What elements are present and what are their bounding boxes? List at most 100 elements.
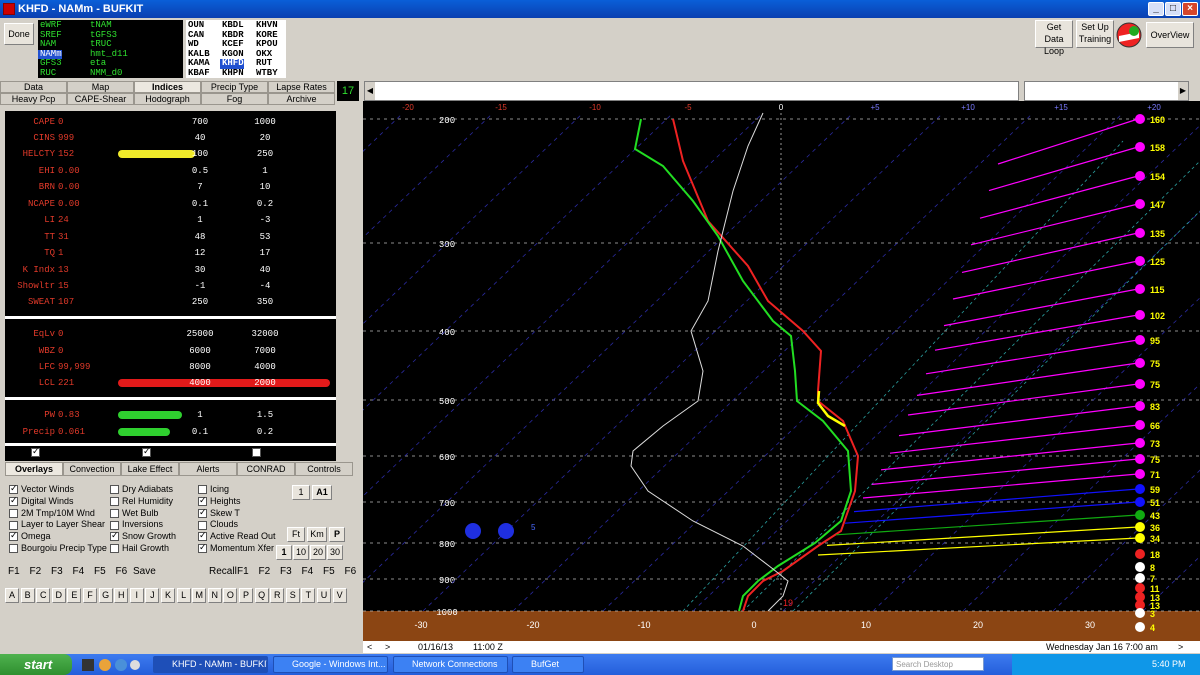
taskbar-task[interactable]: KHFD - NAMm - BUFKIT [153,656,268,673]
taskbar-task[interactable]: Network Connections [393,656,508,673]
letter-key[interactable]: R [270,588,285,603]
tab-heavy-pcp[interactable]: Heavy Pcp [0,93,67,105]
overlay-inversions-checkbox[interactable]: Inversions [110,519,163,530]
checkbox-box[interactable] [198,530,207,542]
letter-key[interactable]: L [176,588,191,603]
feet-button[interactable]: Ft [287,527,305,542]
km-button[interactable]: Km [307,527,327,542]
checkbox-box[interactable] [110,544,119,554]
letter-key[interactable]: A [5,588,19,603]
fkey-right[interactable]: F1 [237,566,249,577]
fkey-right[interactable]: F5 [323,566,335,577]
overlay-tab-controls[interactable]: Controls [295,462,353,476]
letter-key[interactable]: K [161,588,175,603]
overlay-2m-tmp-10m-wnd-checkbox[interactable]: 2M Tmp/10M Wnd [9,508,95,519]
checkbox-box[interactable] [9,520,18,530]
letter-key[interactable]: N [207,588,222,603]
tab-data[interactable]: Data [0,81,67,93]
quartile-box-checkbox[interactable]: Quartile Box [252,447,313,458]
checkbox-box[interactable] [9,483,18,495]
checkbox-box[interactable] [198,520,207,530]
get-data-button[interactable]: Get Data Loop [1035,20,1073,56]
letter-key[interactable]: U [317,588,331,603]
overlay-tab-convection[interactable]: Convection [63,462,121,476]
overlay-snow-growth-checkbox[interactable]: Snow Growth [110,530,176,542]
tab-precip-type[interactable]: Precip Type [201,81,268,93]
recall-button[interactable]: Recall [209,566,237,577]
overlay-layer-to-layer-shear-checkbox[interactable]: Layer to Layer Shear [9,519,105,530]
model-item[interactable]: RUC [38,68,62,79]
overlay-hail-growth-checkbox[interactable]: Hail Growth [110,543,169,554]
step-button[interactable]: 10 [293,545,309,560]
tab-lapse-rates[interactable]: Lapse Rates [268,81,335,93]
overlay-tab-alerts[interactable]: Alerts [179,462,237,476]
letter-key[interactable]: F [83,588,97,603]
checkbox-box[interactable] [110,496,119,506]
taskbar-task[interactable]: BufGet [512,656,584,673]
model-list[interactable]: eWRF SREF NAM NAMm GFS3 RUC tNAM tGFS3 tRUC hmt_… [38,20,183,78]
overlay-tab-conrad[interactable]: CONRAD [237,462,295,476]
overlay-active-read-out-checkbox[interactable]: Active Read Out [198,530,276,542]
save-button[interactable]: Save [133,566,156,577]
taskbar-task[interactable]: Google - Windows Int... [273,656,388,673]
status-right-arrow-icon[interactable]: > [385,641,390,653]
overlay-icing-checkbox[interactable]: Icing [198,484,229,495]
fkey-left[interactable]: F2 [30,566,42,577]
checkbox-box[interactable] [198,507,207,518]
overlay-clouds-checkbox[interactable]: Clouds [198,519,238,530]
overlay-tab-lake-effect[interactable]: Lake Effect [121,462,179,476]
station-item[interactable]: KBAF [186,68,210,79]
letter-key[interactable]: E [67,588,82,603]
tab-hodograph[interactable]: Hodograph [134,93,201,105]
checkbox-box[interactable] [9,495,18,506]
search-desktop-input[interactable]: Search Desktop [892,657,984,671]
fkey-left[interactable]: F4 [73,566,85,577]
overlay-tab-overlays[interactable]: Overlays [5,462,63,476]
level-1-button[interactable]: 1 [292,485,310,500]
fkey-right[interactable]: F4 [302,566,314,577]
checkbox-box[interactable] [110,485,119,495]
scroll-left-icon[interactable]: ◀ [365,82,375,100]
overlay-digital-winds-checkbox[interactable]: Digital Winds [9,495,74,507]
overlay-rel-humidity-checkbox[interactable]: Rel Humidity [110,496,173,507]
overlay-omega-checkbox[interactable]: Omega [9,530,51,542]
pressure-button[interactable]: P [329,527,345,542]
letter-key[interactable]: M [192,588,207,603]
status-end-arrow-icon[interactable]: > [1178,641,1183,653]
step-button[interactable]: 30 [327,545,343,560]
letter-key[interactable]: H [114,588,129,603]
scroll-right-icon[interactable]: ▶ [1178,82,1188,100]
checkbox-box[interactable] [198,542,207,554]
overlay-wet-bulb-checkbox[interactable]: Wet Bulb [110,508,158,519]
minimize-button[interactable]: _ [1148,2,1164,16]
tab-cape-shear[interactable]: CAPE-Shear [67,93,134,105]
checkbox-box[interactable] [9,544,18,554]
letter-key[interactable]: C [36,588,51,603]
status-left-arrow-icon[interactable]: < [367,641,372,653]
overview-button[interactable]: OverView [1146,22,1194,48]
model-item[interactable]: NMM_d0 [88,68,128,79]
letter-key[interactable]: V [332,588,347,603]
close-button[interactable]: × [1182,2,1198,16]
letter-key[interactable]: I [129,588,144,603]
fkey-right[interactable]: F2 [259,566,271,577]
overlay-bourgoiu-precip-type-checkbox[interactable]: Bourgoiu Precip Type [9,543,107,554]
a1-button[interactable]: A1 [312,485,332,500]
overlay-momentum-xfer-checkbox[interactable]: Momentum Xfer [198,542,274,554]
overlay-vector-winds-checkbox[interactable]: Vector Winds [9,483,74,495]
letter-key[interactable]: P [239,588,253,603]
indicy-circle-checkbox[interactable]: Indicy Circle [142,446,203,458]
checkbox-box[interactable] [198,485,207,495]
checkbox-box[interactable] [9,508,18,518]
fkey-left[interactable]: F1 [8,566,20,577]
letter-key[interactable]: J [145,588,160,603]
tab-map[interactable]: Map [67,81,134,93]
indicy-bar-checkbox[interactable]: Indicy Bar [31,446,83,458]
tab-fog[interactable]: Fog [201,93,268,105]
overlay-dry-adiabats-checkbox[interactable]: Dry Adiabats [110,484,173,495]
letter-key[interactable]: S [285,588,300,603]
letter-key[interactable]: G [98,588,113,603]
time-scrollbar-right[interactable]: ▶ [1024,81,1189,101]
start-button[interactable]: start [0,654,72,675]
letter-key[interactable]: D [51,588,66,603]
